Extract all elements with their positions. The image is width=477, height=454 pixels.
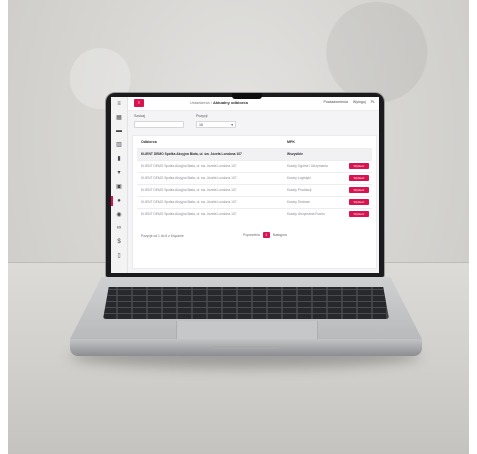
pagination: Poprzednia 1 Następna <box>243 232 287 238</box>
chevron-down-icon: ▾ <box>231 123 233 127</box>
filters-bar: Szukaj Pozycji 10 ▾ <box>132 113 375 133</box>
language-switch[interactable]: PL <box>371 100 375 104</box>
perpage-value: 10 <box>199 123 203 127</box>
mpk-cell: Koszty Logistyki <box>287 176 311 180</box>
link-icon[interactable]: ∞ <box>115 224 123 232</box>
mpk-cell: Koszty Testowe <box>287 200 310 204</box>
table-row[interactable]: KLIENT DEMO Spółka Akcyjna Biała, ul. św… <box>137 148 372 160</box>
laptop-screen: ≡ ▦ ▬ ▥ ▮ ▾ ▣ ● ◉ ∞ $ ▯ ≡ Ustawienia / A… <box>111 97 379 273</box>
truck-icon[interactable]: ▬ <box>115 127 123 135</box>
table-header: Odbiorca MPK <box>133 140 376 146</box>
main-content: Szukaj Pozycji 10 ▾ Odbiorca MPK KLIENT … <box>128 111 379 273</box>
breadcrumb-current: Aktualny odbiorca <box>212 100 248 105</box>
breadcrumb-separator: / <box>210 100 212 105</box>
breadcrumb: Ustawienia / Aktualny odbiorca <box>190 100 248 105</box>
user-icon[interactable]: ● <box>115 197 123 205</box>
select-button[interactable]: Wybierz <box>349 211 369 217</box>
prev-page-link[interactable]: Poprzednia <box>243 233 260 237</box>
box-icon[interactable]: ▣ <box>115 183 123 191</box>
top-bar: ≡ Ustawienia / Aktualny odbiorca Powiado… <box>128 97 379 111</box>
notifications-link[interactable]: Powiadomienia <box>323 100 347 104</box>
mpk-cell: Koszty Produkcji <box>287 188 312 192</box>
page-1-button[interactable]: 1 <box>262 232 270 238</box>
menu-toggle-button[interactable]: ≡ <box>134 99 144 107</box>
recipient-cell: KLIENT DEMO Spółka Akcyjna Biała, ul. św… <box>141 152 242 156</box>
document-icon[interactable]: ▮ <box>115 155 123 163</box>
menu-icon[interactable]: ≡ <box>115 100 123 108</box>
mpk-cell: Koszty Ogólne i Utrzymania <box>287 164 328 168</box>
select-button[interactable]: Wybierz <box>349 187 369 193</box>
lid-opening-notch <box>213 346 279 349</box>
table-row[interactable]: KLIENT DEMO Spółka Akcyjna Biała, ul. św… <box>137 196 372 208</box>
eye-icon[interactable]: ◉ <box>115 211 123 219</box>
logout-link[interactable]: Wyloguj <box>353 100 366 104</box>
trackpad <box>176 321 318 340</box>
column-header-mpk[interactable]: MPK <box>287 140 295 144</box>
next-page-link[interactable]: Następna <box>273 233 287 237</box>
cart-icon[interactable]: ▾ <box>115 169 123 177</box>
calendar-icon[interactable]: ▥ <box>115 141 123 149</box>
table-row[interactable]: KLIENT DEMO Spółka Akcyjna Biała, ul. św… <box>137 208 372 220</box>
search-input[interactable] <box>134 121 184 128</box>
table-row[interactable]: KLIENT DEMO Spółka Akcyjna Biała, ul. św… <box>137 172 372 184</box>
top-right-actions: Powiadomienia Wyloguj PL <box>323 100 375 104</box>
table-row[interactable]: KLIENT DEMO Spółka Akcyjna Biała, ul. św… <box>137 160 372 172</box>
mpk-cell: Wszystkie <box>287 152 303 156</box>
sidebar: ≡ ▦ ▬ ▥ ▮ ▾ ▣ ● ◉ ∞ $ ▯ <box>111 97 128 273</box>
mpk-cell: Koszty Utrzymania Ruchu <box>287 212 325 216</box>
recipient-cell: KLIENT DEMO Spółka Akcyjna Biała, ul. św… <box>141 176 237 180</box>
column-header-odbiorca[interactable]: Odbiorca <box>141 140 157 144</box>
perpage-select[interactable]: 10 ▾ <box>196 121 236 128</box>
dollar-icon[interactable]: $ <box>115 238 123 246</box>
select-button[interactable]: Wybierz <box>349 199 369 205</box>
table-row[interactable]: KLIENT DEMO Spółka Akcyjna Biała, ul. św… <box>137 184 372 196</box>
recipient-cell: KLIENT DEMO Spółka Akcyjna Biała, ul. św… <box>141 164 237 168</box>
search-label: Szukaj <box>134 114 145 118</box>
sidebar-active-indicator <box>111 196 113 206</box>
camera-notch <box>232 93 262 99</box>
pagination-info: Pozycje od 1 do 6 z 6 łącznie <box>141 234 184 238</box>
file-icon[interactable]: ▯ <box>115 252 123 260</box>
select-button[interactable]: Wybierz <box>349 163 369 169</box>
recipient-cell: KLIENT DEMO Spółka Akcyjna Biała, ul. św… <box>141 200 237 204</box>
select-button[interactable]: Wybierz <box>349 175 369 181</box>
breadcrumb-parent[interactable]: Ustawienia <box>190 100 210 105</box>
keyboard-rows <box>103 287 389 319</box>
grid-icon[interactable]: ▦ <box>115 114 123 122</box>
recipient-cell: KLIENT DEMO Spółka Akcyjna Biała, ul. św… <box>141 188 237 192</box>
recipient-cell: KLIENT DEMO Spółka Akcyjna Biała, ul. św… <box>141 212 237 216</box>
recipients-table: Odbiorca MPK KLIENT DEMO Spółka Akcyjna … <box>132 135 377 269</box>
perpage-label: Pozycji <box>196 114 208 118</box>
